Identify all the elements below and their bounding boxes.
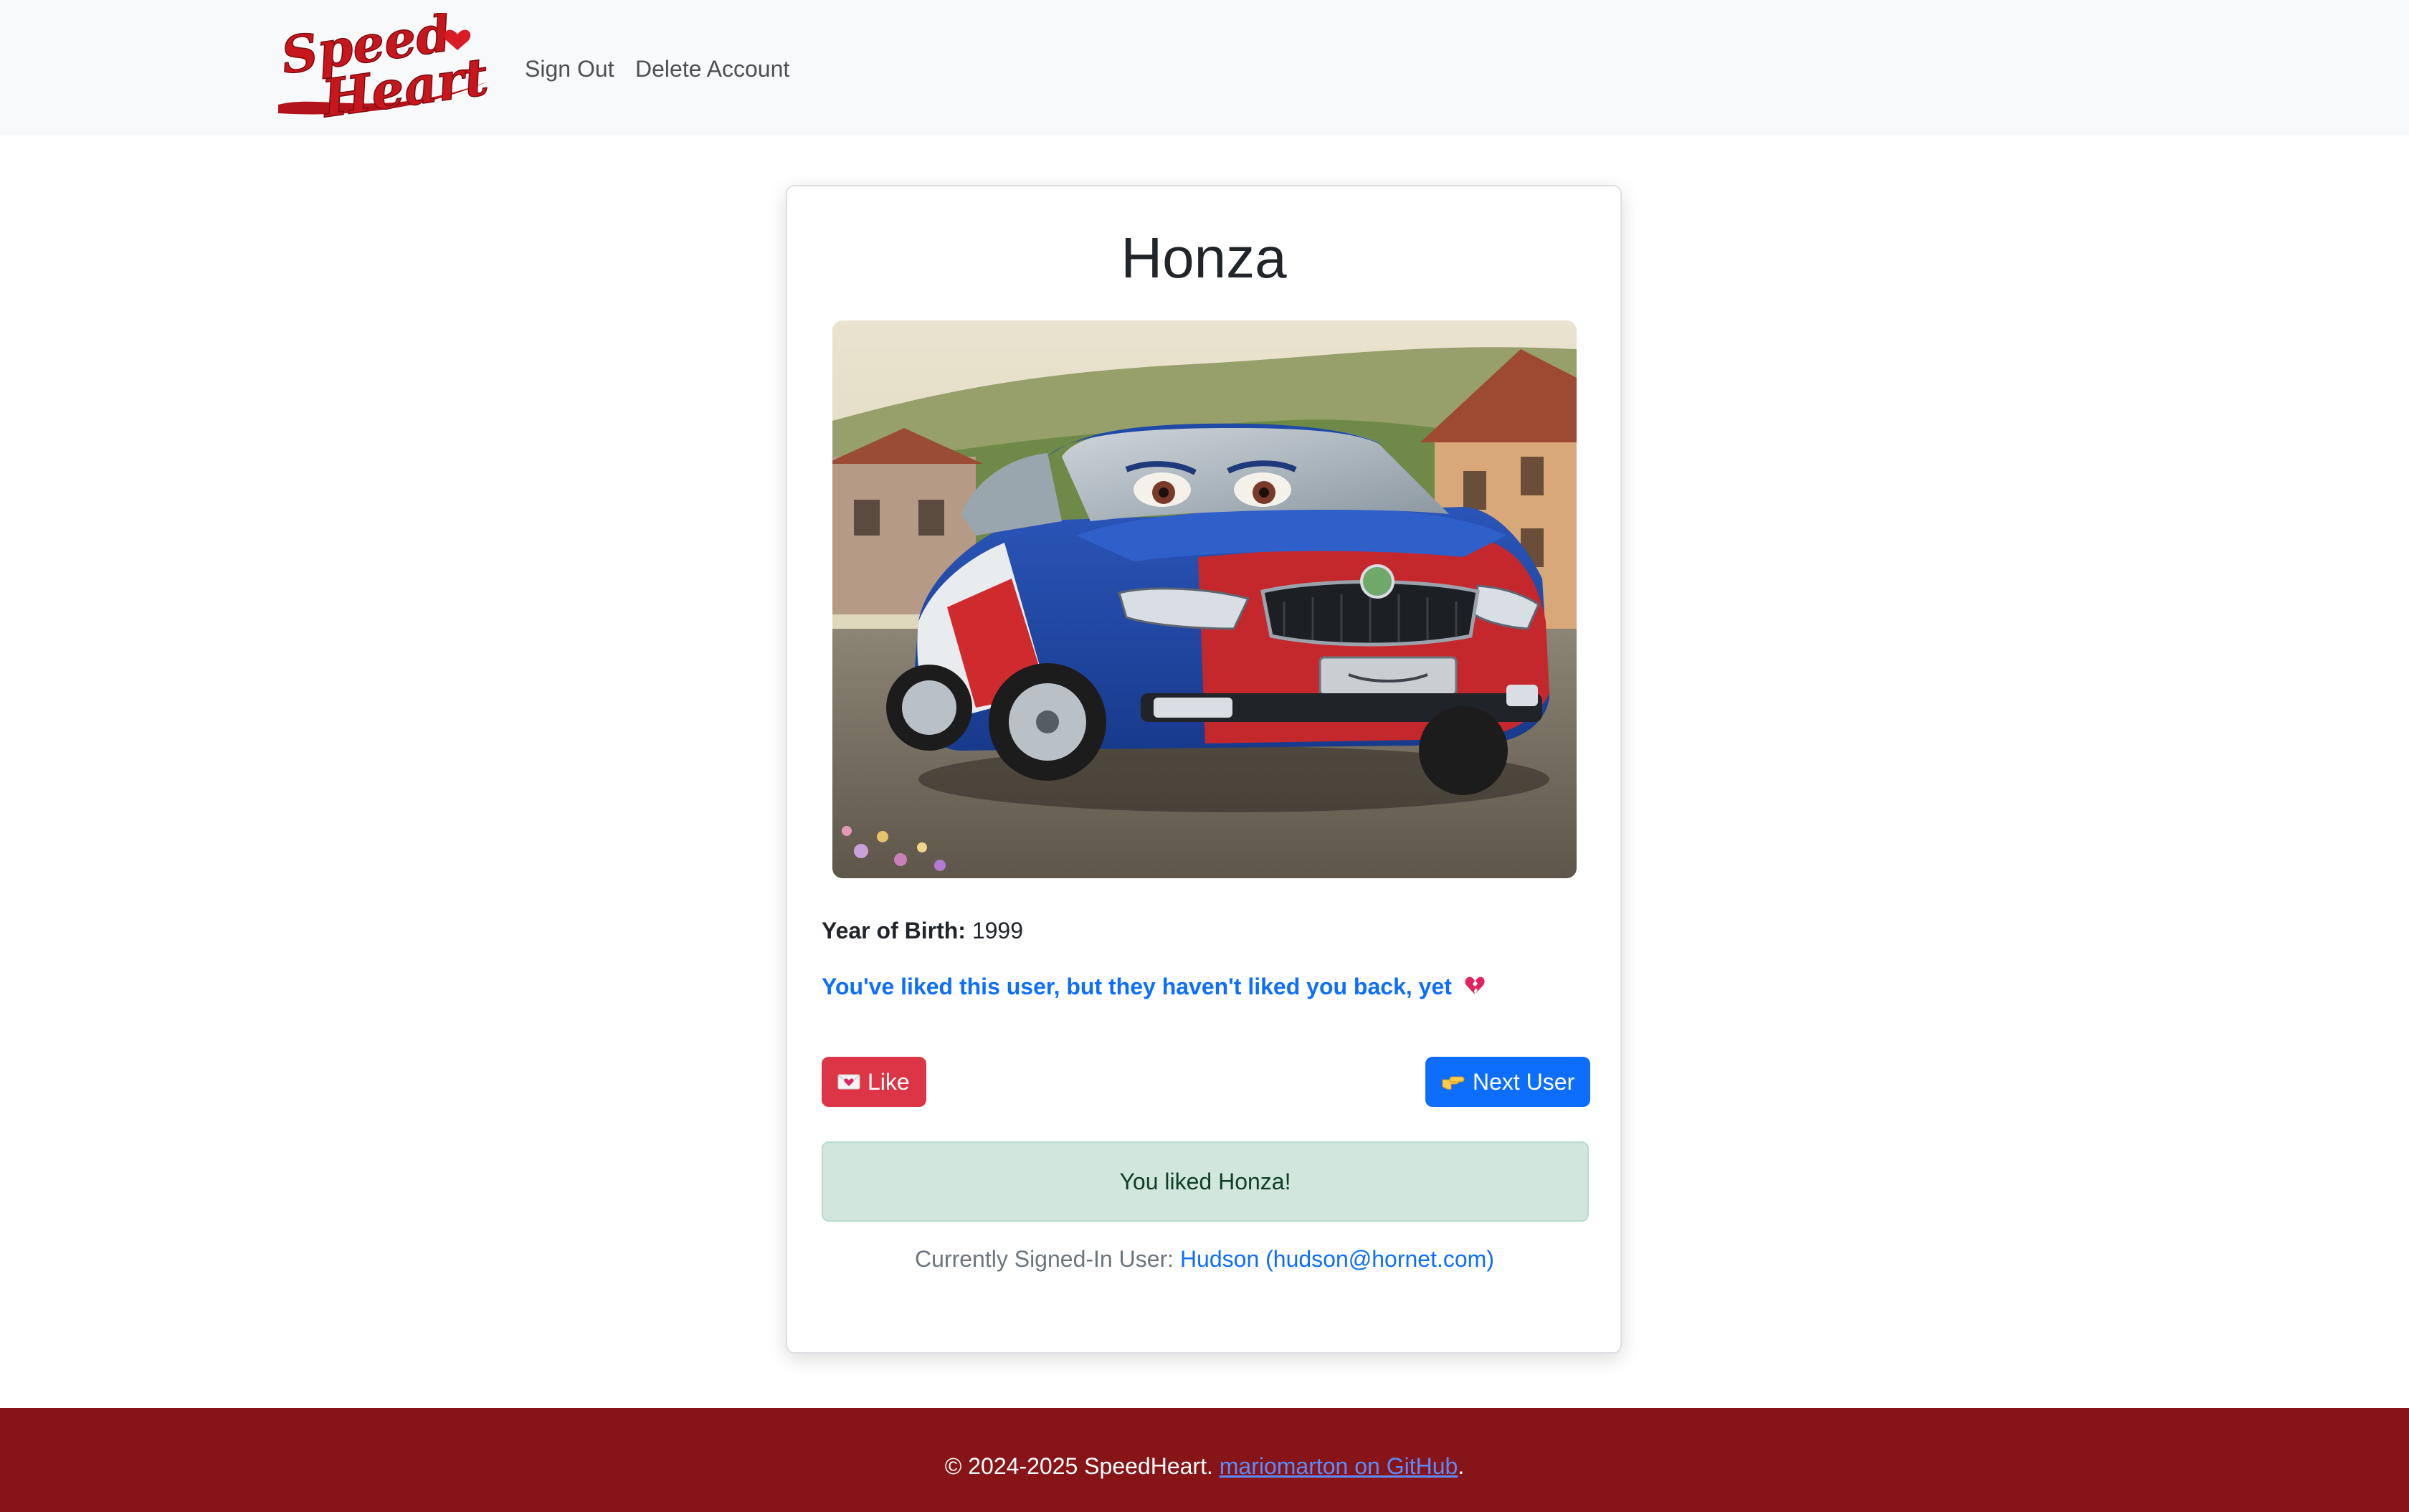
navbar: Speed Heart Sign Out Delete Account [0, 0, 2409, 135]
footer-copyright: © 2024-2025 SpeedHeart. [944, 1453, 1213, 1479]
like-button-label: Like [868, 1069, 910, 1095]
profile-name: Honza [1121, 226, 1287, 290]
like-status-text: You've liked this user, but they haven't… [822, 974, 1452, 999]
signed-in-user-info: Currently Signed-In User: Hudson (hudson… [0, 1242, 2409, 1276]
success-alert: You liked Honza! [822, 1141, 1589, 1222]
github-link[interactable]: mariomarton on GitHub [1220, 1453, 1458, 1479]
delete-account-link[interactable]: Delete Account [635, 52, 789, 86]
like-status-message: You've liked this user, but they haven't… [822, 969, 1486, 1006]
speedheart-logo[interactable]: Speed Heart [272, 2, 495, 129]
sign-out-link[interactable]: Sign Out [525, 52, 614, 86]
year-of-birth: Year of Birth: 1999 [822, 913, 1023, 948]
next-user-button-label: Next User [1473, 1069, 1575, 1095]
signed-in-user-link[interactable]: Hudson (hudson@hornet.com) [1180, 1246, 1494, 1272]
footer: © 2024-2025 SpeedHeart. mariomarton on G… [0, 1408, 2409, 1512]
year-of-birth-label: Year of Birth: [822, 918, 966, 943]
footer-period: . [1458, 1453, 1465, 1479]
broken-heart-icon [1464, 971, 1486, 1006]
pointing-right-icon [1441, 1073, 1465, 1091]
profile-card: Honza Year of Birth: 1999 You've liked t… [786, 185, 1622, 1354]
love-letter-icon [837, 1073, 860, 1090]
next-user-button[interactable]: Next User [1425, 1057, 1590, 1107]
signed-in-label: Currently Signed-In User: [915, 1246, 1174, 1272]
like-button[interactable]: Like [822, 1057, 926, 1107]
year-of-birth-value: 1999 [971, 918, 1023, 943]
profile-photo [832, 320, 1577, 878]
